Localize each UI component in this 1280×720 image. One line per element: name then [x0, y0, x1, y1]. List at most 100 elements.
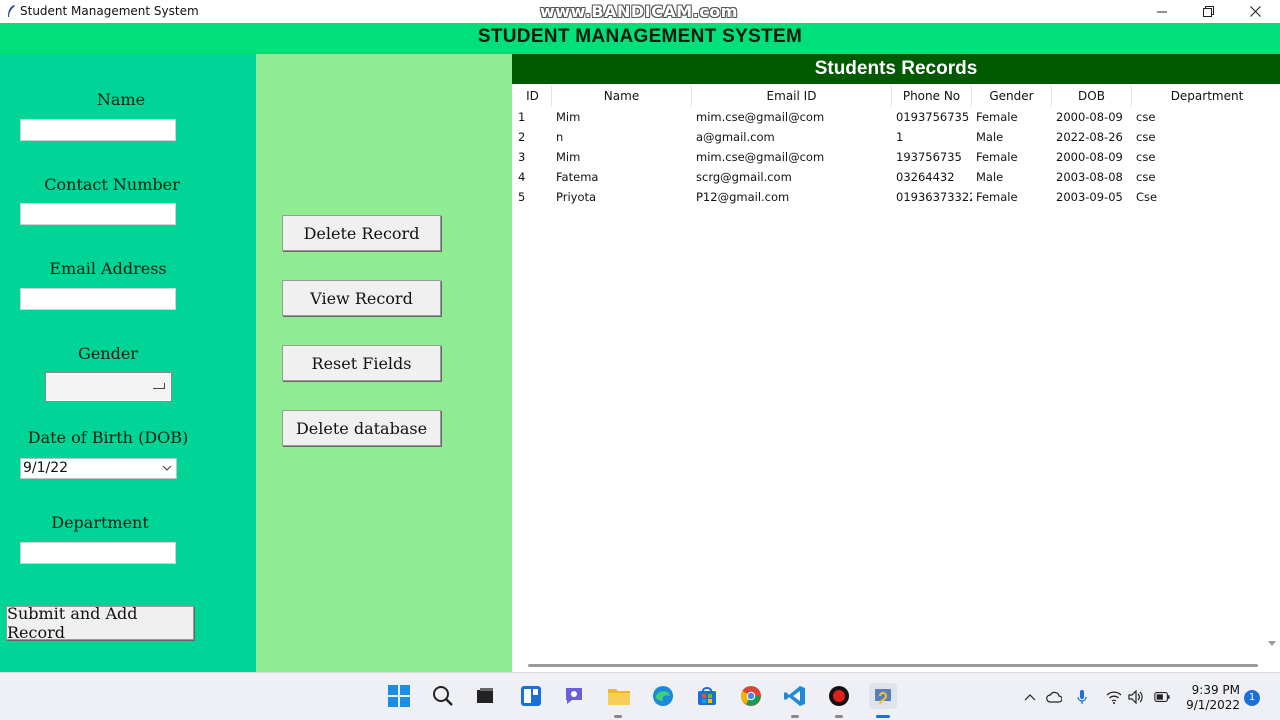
volume-icon[interactable] [1128, 689, 1144, 705]
cell-id: 4 [518, 170, 526, 184]
reset-fields-button[interactable]: Reset Fields [282, 345, 441, 381]
cell-phone: 193756735 [896, 150, 962, 164]
cell-gender: Male [976, 130, 1004, 144]
column-header-department[interactable]: Department [1132, 85, 1280, 107]
email-input[interactable] [20, 288, 176, 310]
column-header-email[interactable]: Email ID [692, 85, 892, 107]
table-row[interactable]: 3 Mim mim.cse@gmail@com 193756735 Female 2000… [514, 147, 1266, 167]
vscode-running-indicator [791, 715, 799, 718]
python-app-icon[interactable] [869, 683, 897, 709]
department-label: Department [51, 513, 149, 532]
cell-gender: Female [976, 110, 1018, 124]
system-clock[interactable]: 9:39 PM 9/1/2022 [1180, 683, 1240, 713]
cell-email: P12@gmail.com [696, 190, 790, 204]
cell-email: scrg@gmail.com [696, 170, 792, 184]
cell-department: cse [1136, 130, 1156, 144]
cell-id: 3 [518, 150, 526, 164]
recording-watermark: www.BANDICAM.com [540, 2, 738, 21]
view-record-button[interactable]: View Record [282, 280, 441, 316]
column-header-id[interactable]: ID [514, 85, 552, 107]
page-title: STUDENT MANAGEMENT SYSTEM [477, 26, 803, 47]
cloud-icon[interactable] [1046, 689, 1062, 705]
close-button[interactable] [1232, 0, 1278, 23]
department-input[interactable] [20, 542, 176, 564]
chat-icon[interactable] [561, 683, 587, 709]
column-header-gender[interactable]: Gender [972, 85, 1052, 107]
column-header-dob[interactable]: DOB [1052, 85, 1132, 107]
cell-dob: 2022-08-26 [1056, 130, 1123, 144]
cell-phone: 0193756735 [896, 110, 970, 124]
cell-department: cse [1136, 150, 1156, 164]
records-panel: Students Records ID Name Email ID Phone … [512, 54, 1280, 672]
vertical-scrollbar[interactable] [1264, 85, 1280, 659]
windows-start-icon[interactable] [386, 683, 412, 709]
dob-label: Date of Birth (DOB) [27, 428, 189, 447]
horizontal-scrollbar[interactable] [512, 659, 1280, 672]
cell-id: 1 [518, 110, 526, 124]
contact-label: Contact Number [44, 175, 180, 194]
clock-time: 9:39 PM [1191, 683, 1240, 697]
feather-icon [6, 4, 16, 18]
store-icon[interactable] [694, 683, 720, 709]
wifi-icon[interactable] [1106, 689, 1122, 705]
cell-phone: 03264432 [896, 170, 955, 184]
name-input[interactable] [20, 119, 176, 141]
chevron-down-icon[interactable] [162, 463, 172, 473]
recorder-icon[interactable] [826, 683, 852, 709]
chrome-icon[interactable] [738, 683, 764, 709]
cell-gender: Female [976, 190, 1018, 204]
table-row[interactable]: 5 Priyota P12@gmail.com 01936373322 Female 20… [514, 187, 1266, 207]
window-title: Student Management System [20, 4, 199, 18]
title-bar: Student Management System www.BANDICAM.c… [0, 0, 1280, 23]
cell-id: 5 [518, 190, 526, 204]
name-label: Name [96, 90, 146, 109]
search-icon[interactable] [430, 683, 456, 709]
column-header-phone[interactable]: Phone No [892, 85, 972, 107]
task-view-icon[interactable] [472, 683, 498, 709]
cell-department: cse [1136, 110, 1156, 124]
dob-date-picker[interactable]: 9/1/22 [20, 458, 177, 479]
table-header: ID Name Email ID Phone No Gender DOB Dep… [514, 85, 1266, 107]
cell-id: 2 [518, 130, 526, 144]
chevron-up-icon[interactable] [1022, 689, 1038, 705]
battery-icon[interactable] [1154, 689, 1170, 705]
gender-select[interactable] [45, 372, 172, 402]
dob-value: 9/1/22 [23, 460, 69, 476]
dropdown-indicator-icon [153, 383, 165, 389]
cell-gender: Female [976, 150, 1018, 164]
table-row[interactable]: 1 Mim mim.cse@gmail@com 0193756735 Female 200… [514, 107, 1266, 127]
horizontal-scroll-thumb[interactable] [528, 664, 1258, 667]
minimize-button[interactable] [1139, 0, 1185, 23]
close-icon [1249, 6, 1261, 17]
microphone-icon[interactable] [1074, 689, 1090, 705]
app-window: Student Management System www.BANDICAM.c… [0, 0, 1280, 720]
cell-dob: 2000-08-09 [1056, 150, 1123, 164]
records-table[interactable]: ID Name Email ID Phone No Gender DOB Dep… [514, 85, 1266, 659]
table-row[interactable]: 4 Fatema scrg@gmail.com 03264432 Male 2003-08… [514, 167, 1266, 187]
edge-browser-icon[interactable] [650, 683, 676, 709]
minimize-icon [1157, 11, 1167, 12]
vscode-icon[interactable] [782, 683, 808, 709]
delete-record-button[interactable]: Delete Record [282, 215, 441, 251]
notification-badge[interactable]: 1 [1244, 690, 1260, 706]
submit-add-record-button[interactable]: Submit and Add Record [6, 604, 194, 642]
contact-input[interactable] [20, 203, 176, 225]
cell-phone: 1 [896, 130, 904, 144]
restore-button[interactable] [1185, 0, 1231, 23]
cell-gender: Male [976, 170, 1004, 184]
delete-database-button[interactable]: Delete database [282, 410, 441, 446]
cell-name: Fatema [556, 170, 599, 184]
table-row[interactable]: 2 n a@gmail.com 1 Male 2022-08-26 cse [514, 127, 1266, 147]
cell-phone: 01936373322 [896, 190, 972, 204]
cell-name: n [556, 130, 564, 144]
gender-label: Gender [78, 344, 138, 363]
column-header-name[interactable]: Name [552, 85, 692, 107]
file-explorer-running-indicator [614, 715, 622, 718]
cell-name: Mim [556, 150, 581, 164]
cell-dob: 2000-08-09 [1056, 110, 1123, 124]
cell-department: cse [1136, 170, 1156, 184]
records-title: Students Records [814, 58, 978, 79]
widgets-icon[interactable] [518, 683, 544, 709]
scroll-down-arrow-icon[interactable] [1268, 641, 1276, 646]
file-explorer-icon[interactable] [606, 683, 632, 709]
